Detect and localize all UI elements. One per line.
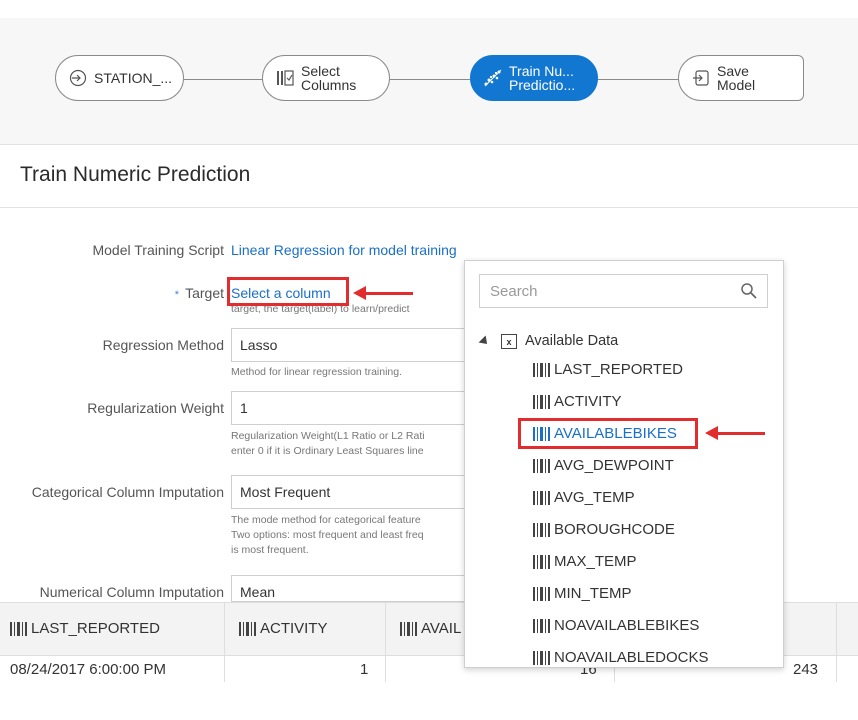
hint-line: Two options: most frequent and least fre… — [231, 529, 424, 541]
num-imputation-label: Numerical Column Imputation — [39, 584, 224, 600]
barcode-icon — [533, 618, 550, 633]
column-header-availablebikes[interactable]: AVAIL — [400, 620, 461, 637]
column-option-label: LAST_REPORTED — [554, 361, 683, 378]
node-label: Predictio... — [509, 77, 576, 93]
table-cell: 1 — [360, 661, 369, 678]
column-header-label: ACTIVITY — [260, 620, 328, 637]
table-cell: 08/24/2017 6:00:00 PM — [10, 661, 166, 678]
arrow-circle-icon — [68, 68, 88, 88]
method-select[interactable]: Lasso — [231, 328, 481, 362]
column-option-label: MAX_TEMP — [554, 553, 637, 570]
method-label: Regression Method — [102, 337, 224, 353]
search-placeholder: Search — [490, 283, 538, 300]
barcode-icon — [400, 621, 417, 636]
pipeline-node-station[interactable]: STATION_... — [55, 55, 184, 101]
annotation-highlight — [518, 418, 698, 449]
column-divider — [836, 602, 837, 682]
column-picker-dropdown: Search x Available Data LAST_REPORTED ACT… — [464, 260, 784, 668]
barcode-icon — [533, 650, 550, 665]
scatter-icon — [483, 68, 503, 88]
column-option[interactable]: NOAVAILABLEDOCKS — [533, 649, 709, 666]
pipeline-connector — [184, 79, 262, 80]
hint-line: enter 0 if it is Ordinary Least Squares … — [231, 445, 424, 457]
column-option-label: MIN_TEMP — [554, 585, 632, 602]
column-option-label: NOAVAILABLEBIKES — [554, 617, 700, 634]
weight-label: Regularization Weight — [87, 400, 224, 416]
required-marker: * — [174, 289, 180, 301]
column-option-label: AVG_TEMP — [554, 489, 635, 506]
barcode-icon — [533, 394, 550, 409]
barcode-icon — [533, 554, 550, 569]
column-option[interactable]: AVG_DEWPOINT — [533, 457, 674, 474]
column-option[interactable]: ACTIVITY — [533, 393, 622, 410]
annotation-arrow — [353, 286, 413, 300]
script-value[interactable]: Linear Regression for model training — [231, 242, 457, 258]
pipeline-canvas: STATION_... Select Columns Train Nu... Pre… — [0, 18, 858, 145]
hint-line: The mode method for categorical feature — [231, 514, 421, 526]
column-option-label: ACTIVITY — [554, 393, 622, 410]
cat-imputation-label: Categorical Column Imputation — [31, 484, 224, 500]
method-hint: Method for linear regression training. — [231, 366, 403, 378]
search-input[interactable]: Search — [479, 274, 768, 308]
pipeline-node-train-numeric-prediction[interactable]: Train Nu... Predictio... — [470, 55, 598, 101]
column-header-last-reported[interactable]: LAST_REPORTED — [10, 620, 160, 637]
save-icon — [691, 68, 711, 88]
barcode-icon — [533, 586, 550, 601]
table-cell: 243 — [793, 661, 819, 678]
annotation-highlight — [227, 277, 349, 306]
barcode-icon — [533, 458, 550, 473]
pipeline-connector — [598, 79, 678, 80]
node-label: Columns — [301, 77, 357, 93]
barcode-icon — [533, 490, 550, 505]
page-title: Train Numeric Prediction — [20, 163, 251, 186]
column-header-label: LAST_REPORTED — [31, 620, 160, 637]
collapse-caret-icon[interactable] — [478, 334, 491, 348]
column-divider — [385, 602, 386, 682]
pipeline-connector — [390, 79, 470, 80]
column-option[interactable]: NOAVAILABLEBIKES — [533, 617, 699, 634]
tree-root-label: Available Data — [525, 333, 619, 349]
pipeline-node-select-columns[interactable]: Select Columns — [262, 55, 390, 101]
column-header-label: AVAIL — [421, 620, 462, 637]
search-icon[interactable] — [740, 282, 758, 300]
column-option[interactable]: LAST_REPORTED — [533, 361, 683, 378]
annotation-arrow — [705, 426, 765, 440]
barcode-icon — [533, 522, 550, 537]
target-label-text: Target — [185, 285, 224, 301]
column-option-label: AVG_DEWPOINT — [554, 457, 674, 474]
script-label: Model Training Script — [92, 242, 224, 258]
tree-node-available-data[interactable]: x Available Data — [478, 333, 619, 349]
hint-line: is most frequent. — [231, 544, 309, 556]
barcode-icon — [533, 362, 550, 377]
column-option[interactable]: MAX_TEMP — [533, 553, 637, 570]
column-option[interactable]: MIN_TEMP — [533, 585, 632, 602]
divider — [0, 207, 858, 208]
cat-imputation-hint: The mode method for categorical feature T… — [231, 513, 424, 558]
cat-imputation-select[interactable]: Most Frequent — [231, 475, 481, 509]
hint-line: Regularization Weight(L1 Ratio or L2 Rat… — [231, 430, 425, 442]
columns-icon — [275, 68, 295, 88]
column-divider — [224, 602, 225, 682]
target-label: * Target — [175, 285, 224, 301]
num-imputation-select[interactable]: Mean — [231, 575, 481, 602]
weight-input[interactable]: 1 — [231, 391, 481, 425]
barcode-icon — [10, 621, 27, 636]
node-label: Model — [717, 77, 756, 93]
column-option[interactable]: AVG_TEMP — [533, 489, 635, 506]
column-option-label: BOROUGHCODE — [554, 521, 675, 538]
node-label: STATION_... — [94, 70, 173, 86]
weight-hint: Regularization Weight(L1 Ratio or L2 Rat… — [231, 429, 425, 459]
column-header-activity[interactable]: ACTIVITY — [239, 620, 328, 637]
column-option-label: NOAVAILABLEDOCKS — [554, 649, 709, 666]
dataset-icon: x — [501, 333, 517, 349]
pipeline-node-save-model[interactable]: Save Model — [678, 55, 804, 101]
column-option[interactable]: BOROUGHCODE — [533, 521, 675, 538]
barcode-icon — [239, 621, 256, 636]
